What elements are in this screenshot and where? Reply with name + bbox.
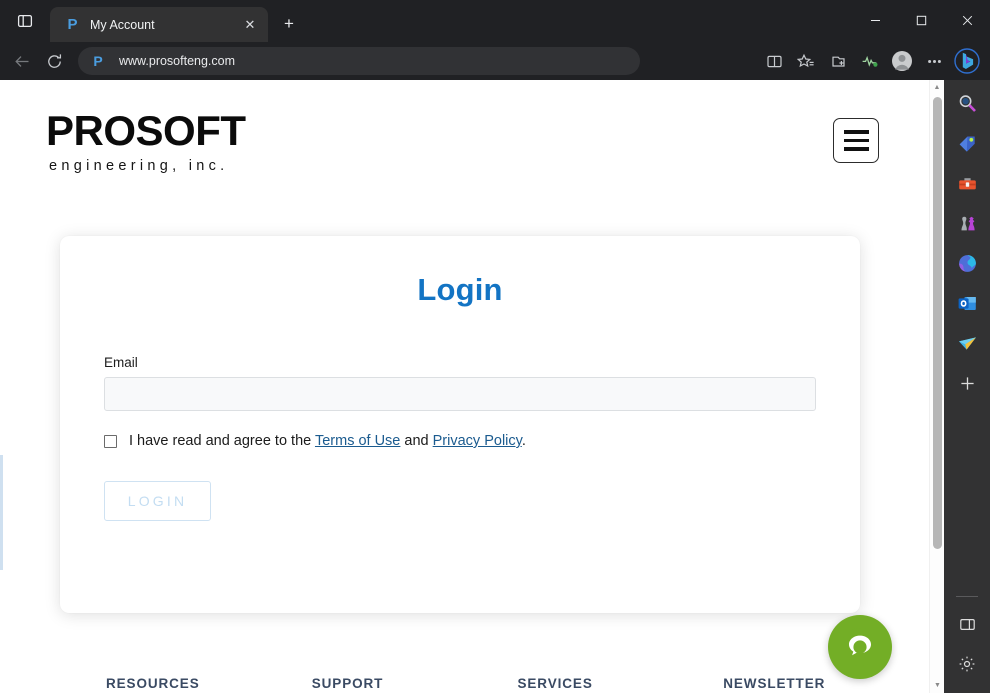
- back-button-icon[interactable]: [6, 45, 38, 77]
- agreement-prefix: I have read and agree to the: [129, 433, 315, 449]
- window-controls: [852, 0, 990, 40]
- copilot-bing-icon[interactable]: [952, 46, 982, 76]
- hamburger-bar: [843, 147, 869, 151]
- more-options-icon[interactable]: [918, 45, 950, 77]
- hamburger-bar: [843, 130, 869, 134]
- email-field[interactable]: [104, 377, 816, 411]
- search-icon[interactable]: [950, 86, 984, 120]
- title-bar: P My Account ✕ +: [0, 0, 990, 42]
- shopping-deals-icon[interactable]: [950, 126, 984, 160]
- privacy-policy-link[interactable]: Privacy Policy: [433, 433, 522, 449]
- agreement-suffix: .: [521, 433, 526, 449]
- footer-columns: RESOURCES SUPPORT SERVICES NEWSLETTER: [0, 676, 929, 691]
- browser-tab[interactable]: P My Account ✕: [50, 7, 268, 42]
- footer-heading-newsletter[interactable]: NEWSLETTER: [723, 676, 929, 691]
- page-edge-accent: [0, 455, 3, 570]
- site-favicon-icon: P: [93, 53, 103, 69]
- copilot-designer-icon[interactable]: [950, 246, 984, 280]
- page-scrollbar[interactable]: ▲ ▼: [929, 80, 944, 693]
- tab-close-icon[interactable]: ✕: [240, 15, 260, 35]
- login-form: Email I have read and agree to the Terms…: [60, 355, 860, 521]
- page-viewport: PROSOFT engineering, inc. Login Email I …: [0, 80, 944, 693]
- email-label: Email: [104, 355, 138, 370]
- site-logo[interactable]: PROSOFT engineering, inc.: [46, 107, 246, 175]
- agree-terms-checkbox[interactable]: [104, 434, 117, 448]
- sidebar-settings-gear-icon[interactable]: [950, 647, 984, 681]
- drop-send-icon[interactable]: [950, 326, 984, 360]
- site-footer: RESOURCES SUPPORT SERVICES NEWSLETTER: [0, 676, 929, 693]
- close-window-button[interactable]: [944, 0, 990, 40]
- new-tab-button[interactable]: +: [274, 9, 304, 39]
- maximize-button[interactable]: [898, 0, 944, 40]
- agreement-middle: and: [400, 433, 433, 449]
- logo-wordmark: PROSOFT: [46, 107, 246, 154]
- address-bar-url: www.prosofteng.com: [119, 54, 236, 68]
- outlook-icon[interactable]: [950, 286, 984, 320]
- toolbar-right-actions: [758, 45, 984, 77]
- footer-heading-services[interactable]: SERVICES: [518, 676, 724, 691]
- favorites-icon[interactable]: [790, 45, 822, 77]
- web-page: PROSOFT engineering, inc. Login Email I …: [0, 80, 929, 693]
- browser-toolbar: P www.prosofteng.com: [0, 42, 990, 80]
- minimize-button[interactable]: [852, 0, 898, 40]
- profile-avatar-icon[interactable]: [886, 45, 918, 77]
- footer-heading-support[interactable]: SUPPORT: [312, 676, 518, 691]
- login-submit-button[interactable]: LOGIN: [104, 481, 211, 521]
- page-title: Login: [417, 272, 503, 307]
- reload-button-icon[interactable]: [38, 45, 70, 77]
- tools-toolbox-icon[interactable]: [950, 166, 984, 200]
- scrollbar-down-arrow[interactable]: ▼: [930, 678, 944, 693]
- footer-heading-resources[interactable]: RESOURCES: [106, 676, 312, 691]
- scrollbar-down-wrap: ▼: [930, 678, 944, 693]
- tab-search-icon[interactable]: [10, 7, 40, 35]
- login-card: Login Email I have read and agree to the…: [60, 236, 860, 613]
- address-bar[interactable]: P www.prosofteng.com: [78, 47, 640, 75]
- sidebar-divider: [956, 596, 978, 597]
- agreement-row: I have read and agree to the Terms of Us…: [104, 433, 816, 449]
- browser-essentials-icon[interactable]: [854, 45, 886, 77]
- chat-bubble-icon: [841, 628, 879, 666]
- chat-widget-button[interactable]: [828, 615, 892, 679]
- logo-tagline: engineering, inc.: [49, 158, 229, 174]
- scrollbar-up-arrow[interactable]: ▲: [930, 80, 944, 95]
- toggle-sidebar-icon[interactable]: [950, 607, 984, 641]
- tab-title: My Account: [90, 17, 155, 32]
- tab-favicon-icon: P: [67, 16, 78, 33]
- edge-sidebar: [944, 80, 990, 693]
- split-screen-icon[interactable]: [758, 45, 790, 77]
- tab-actions-area: [0, 0, 50, 42]
- agreement-text: I have read and agree to the Terms of Us…: [129, 433, 526, 449]
- games-icon[interactable]: [950, 206, 984, 240]
- scrollbar-thumb[interactable]: [933, 97, 942, 549]
- browser-window: P My Account ✕ + P www.prosofteng.com PR…: [0, 0, 990, 693]
- terms-of-use-link[interactable]: Terms of Use: [315, 433, 400, 449]
- collections-add-icon[interactable]: [822, 45, 854, 77]
- hamburger-menu-icon[interactable]: [833, 118, 879, 163]
- hamburger-bar: [843, 138, 869, 143]
- add-sidebar-app-icon[interactable]: [950, 366, 984, 400]
